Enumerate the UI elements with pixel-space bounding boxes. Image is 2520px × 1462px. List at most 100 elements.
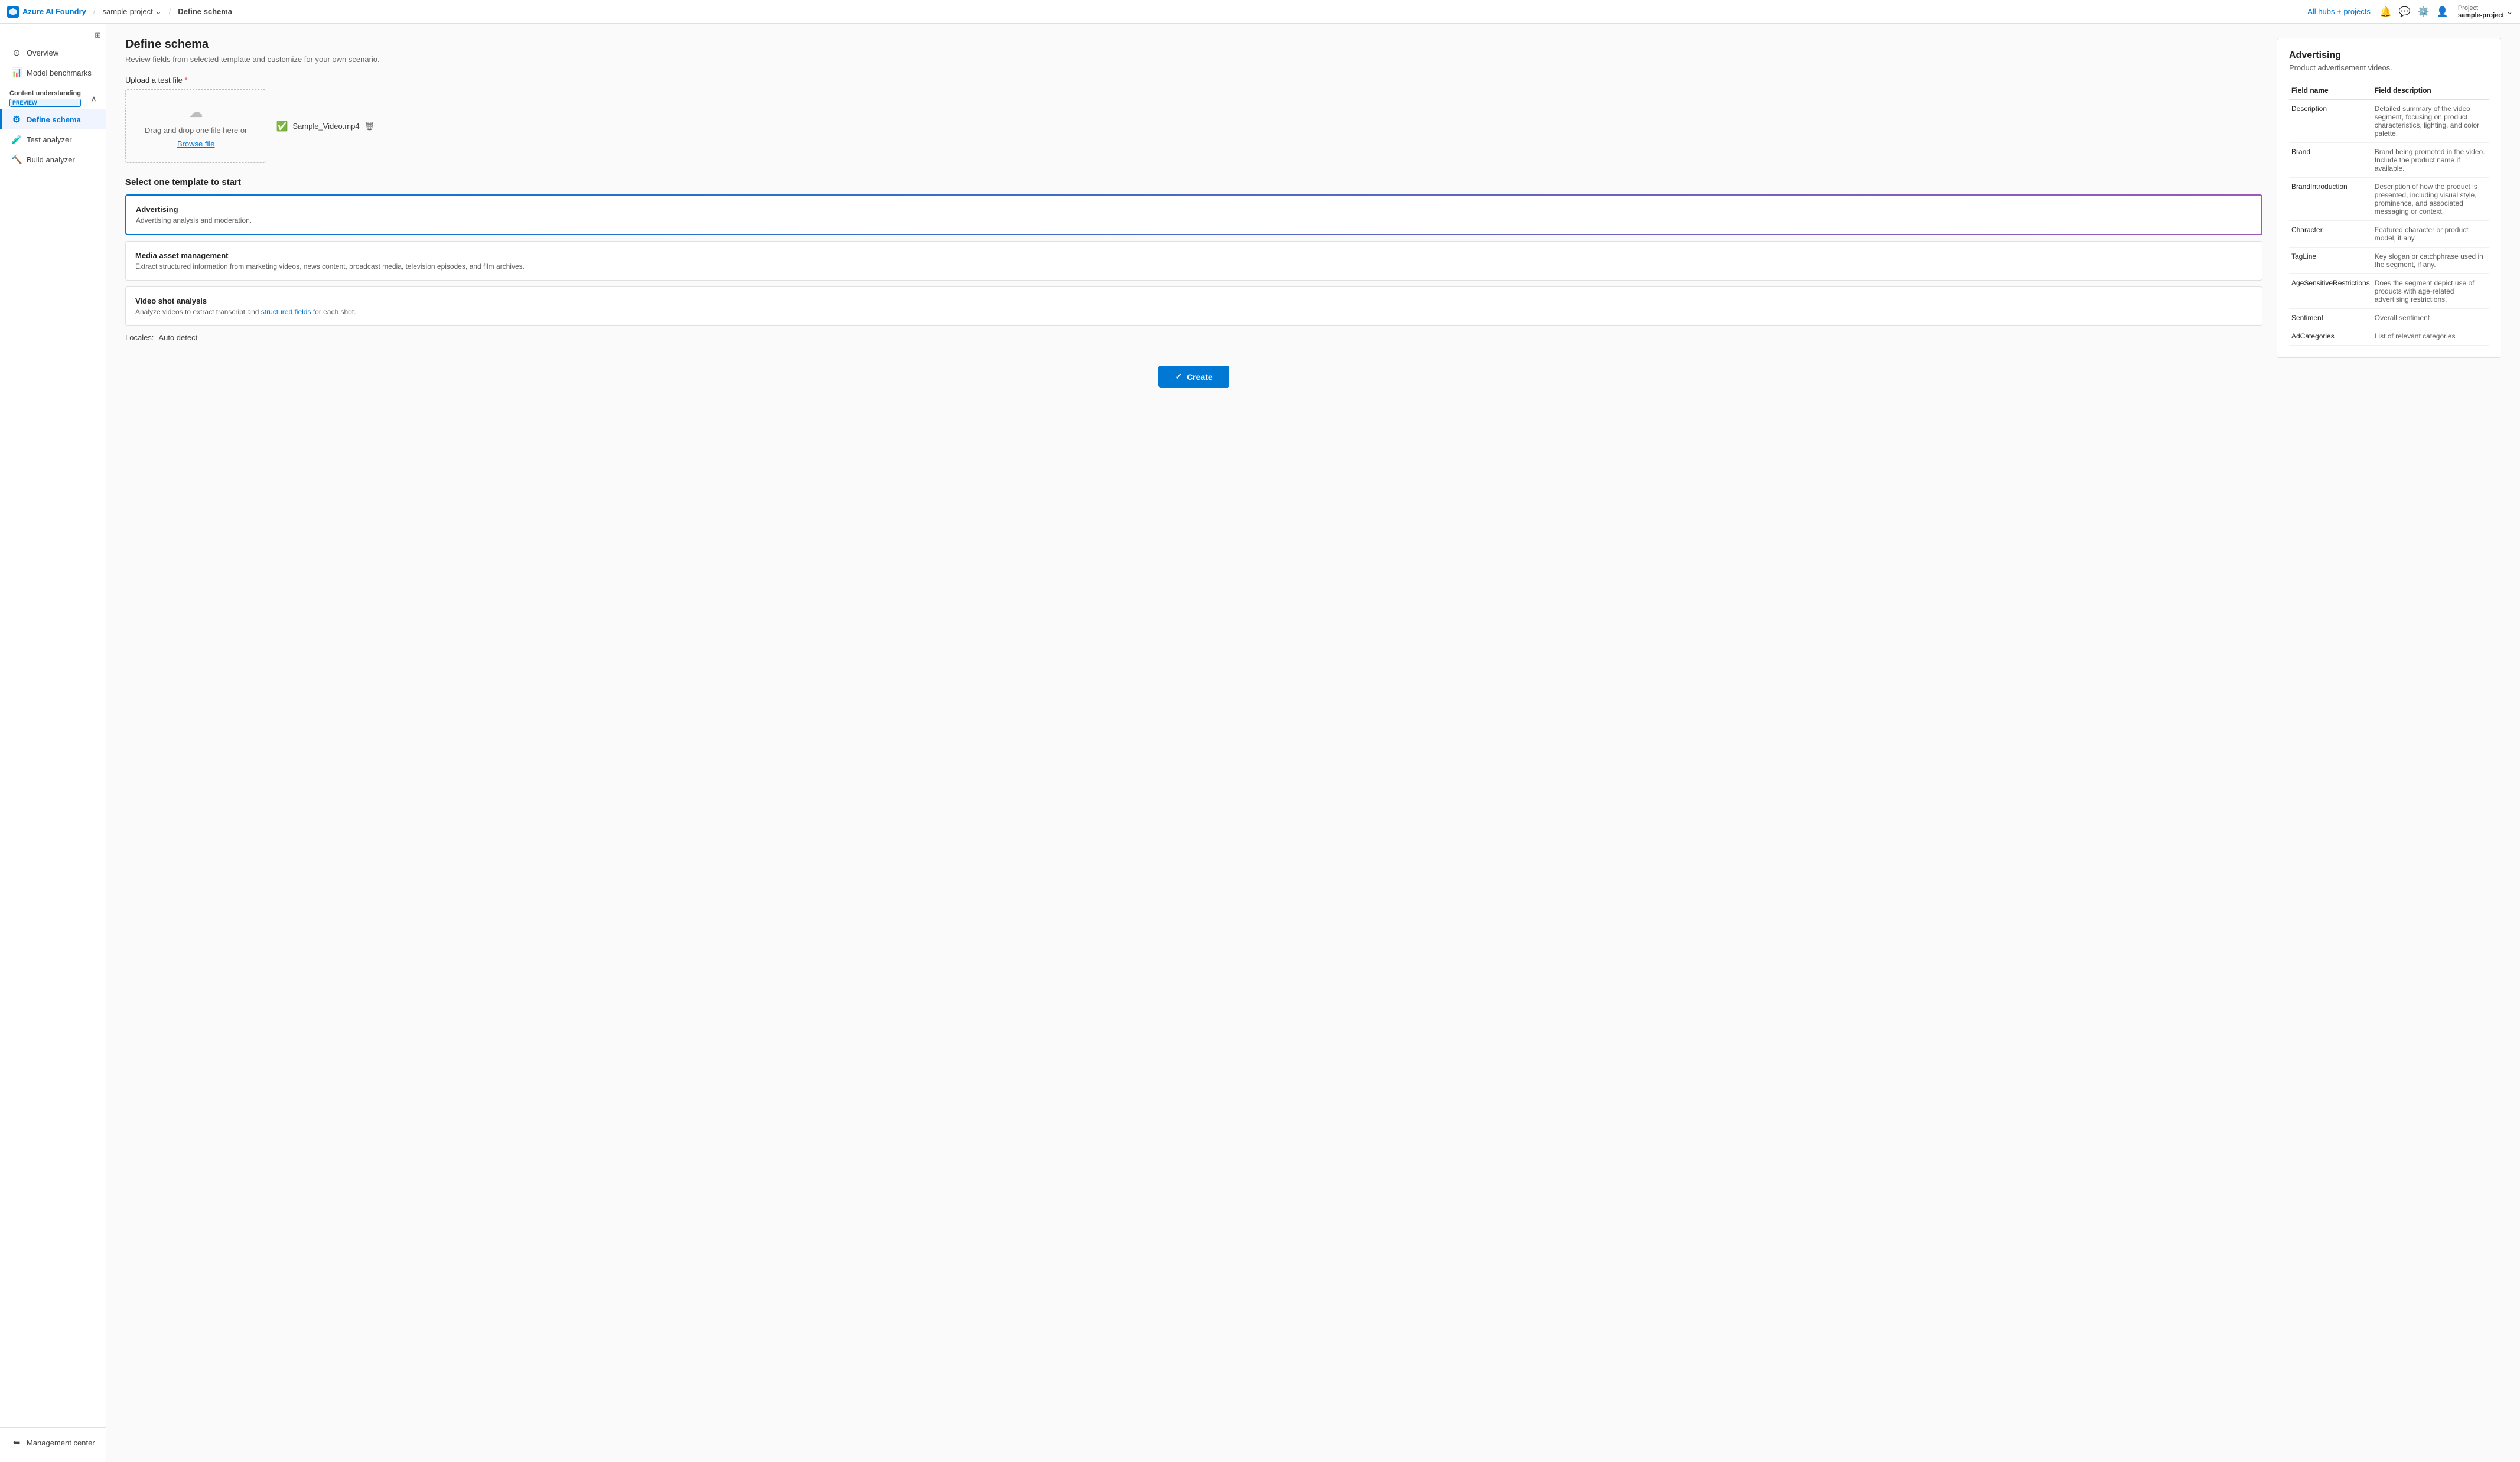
field-name-1: Brand xyxy=(2289,143,2372,178)
content-understanding-section: Content understanding PREVIEW ∧ xyxy=(0,83,106,109)
define-schema-label: Define schema xyxy=(27,115,81,124)
field-desc-2: Description of how the product is presen… xyxy=(2372,178,2489,221)
sep1: / xyxy=(93,7,96,16)
template-name-2: Video shot analysis xyxy=(135,297,2252,305)
define-schema-icon: ⚙ xyxy=(11,114,22,125)
field-desc-6: Overall sentiment xyxy=(2372,309,2489,327)
sidebar-item-build-analyzer[interactable]: 🔨 Build analyzer xyxy=(0,149,106,170)
sidebar-item-management-center[interactable]: ⬅ Management center xyxy=(0,1432,106,1453)
drop-zone-text: Drag and drop one file here or xyxy=(145,126,247,135)
overview-label: Overview xyxy=(27,48,58,57)
upload-label: Upload a test file * xyxy=(125,76,2262,84)
dropdown-chevron-icon: ⌄ xyxy=(2506,7,2513,17)
right-panel: Advertising Product advertisement videos… xyxy=(2277,38,2501,358)
field-name-5: AgeSensitiveRestrictions xyxy=(2289,274,2372,309)
sidebar-item-define-schema[interactable]: ⚙ Define schema xyxy=(0,109,106,129)
structured-fields-link[interactable]: structured fields xyxy=(261,308,311,316)
browse-link[interactable]: Browse file xyxy=(177,139,215,148)
table-row: TagLine Key slogan or catchphrase used i… xyxy=(2289,248,2489,274)
col-field-name: Field name xyxy=(2289,82,2372,100)
page-subtitle: Review fields from selected template and… xyxy=(125,55,2262,64)
section-label: Content understanding xyxy=(9,90,81,97)
sidebar-item-overview[interactable]: ⊙ Overview xyxy=(0,43,106,63)
field-name-4: TagLine xyxy=(2289,248,2372,274)
template-desc-1: Extract structured information from mark… xyxy=(135,262,2252,271)
bell-icon[interactable]: 🔔 xyxy=(2380,6,2392,18)
create-button-wrap: ✓ Create xyxy=(125,366,2262,388)
field-desc-1: Brand being promoted in the video. Inclu… xyxy=(2372,143,2489,178)
locales-label: Locales: xyxy=(125,333,154,342)
logo-icon xyxy=(7,6,19,18)
project-dropdown[interactable]: Project sample-project ⌄ xyxy=(2458,5,2513,19)
chat-icon[interactable]: 💬 xyxy=(2399,6,2411,18)
table-row: AgeSensitiveRestrictions Does the segmen… xyxy=(2289,274,2489,309)
field-desc-7: List of relevant categories xyxy=(2372,327,2489,346)
settings-icon[interactable]: ⚙️ xyxy=(2418,6,2430,18)
required-star: * xyxy=(184,76,187,84)
file-name: Sample_Video.mp4 xyxy=(292,122,359,131)
table-row: Brand Brand being promoted in the video.… xyxy=(2289,143,2489,178)
check-icon: ✅ xyxy=(276,121,288,132)
overview-icon: ⊙ xyxy=(11,47,22,58)
field-name-7: AdCategories xyxy=(2289,327,2372,346)
breadcrumb: Define schema xyxy=(178,7,232,16)
template-name-1: Media asset management xyxy=(135,251,2252,260)
app-logo[interactable]: Azure AI Foundry xyxy=(7,6,86,18)
management-icon: ⬅ xyxy=(11,1437,22,1448)
field-desc-0: Detailed summary of the video segment, f… xyxy=(2372,100,2489,143)
topbar-right: All hubs + projects 🔔 💬 ⚙️ 👤 Project sam… xyxy=(2307,5,2513,19)
create-button[interactable]: ✓ Create xyxy=(1158,366,1229,388)
topbar-icons: 🔔 💬 ⚙️ 👤 xyxy=(2380,6,2449,18)
main-content: Define schema Review fields from selecte… xyxy=(106,24,2520,1462)
collapse-icon: ⊞ xyxy=(95,31,101,40)
field-name-0: Description xyxy=(2289,100,2372,143)
build-analyzer-label: Build analyzer xyxy=(27,155,75,164)
table-row: AdCategories List of relevant categories xyxy=(2289,327,2489,346)
schema-table: Field name Field description Description… xyxy=(2289,82,2489,346)
topbar: Azure AI Foundry / sample-project ⌄ / De… xyxy=(0,0,2520,24)
project-link[interactable]: sample-project ⌄ xyxy=(102,7,161,17)
template-section-title: Select one template to start xyxy=(125,177,2262,187)
field-desc-5: Does the segment depict use of products … xyxy=(2372,274,2489,309)
page-title: Define schema xyxy=(125,38,2262,51)
template-name-0: Advertising xyxy=(136,205,2252,214)
sidebar-item-model-benchmarks[interactable]: 📊 Model benchmarks xyxy=(0,63,106,83)
field-name-6: Sentiment xyxy=(2289,309,2372,327)
locales-value: Auto detect xyxy=(158,333,197,342)
project-info: Project sample-project xyxy=(2458,5,2504,19)
build-analyzer-icon: 🔨 xyxy=(11,154,22,165)
benchmarks-label: Model benchmarks xyxy=(27,69,92,77)
test-analyzer-label: Test analyzer xyxy=(27,135,72,144)
field-name-2: BrandIntroduction xyxy=(2289,178,2372,221)
table-row: BrandIntroduction Description of how the… xyxy=(2289,178,2489,221)
table-row: Character Featured character or product … xyxy=(2289,221,2489,248)
body-layout: ⊞ ⊙ Overview 📊 Model benchmarks Content … xyxy=(0,24,2520,1462)
drop-zone[interactable]: ☁ Drag and drop one file here or Browse … xyxy=(125,89,266,163)
uploaded-file: ✅ Sample_Video.mp4 🗑 xyxy=(276,121,375,132)
sidebar-item-test-analyzer[interactable]: 🧪 Test analyzer xyxy=(0,129,106,149)
user-icon[interactable]: 👤 xyxy=(2437,6,2449,18)
collapse-button[interactable]: ⊞ xyxy=(0,28,106,43)
preview-badge: PREVIEW xyxy=(9,99,81,107)
template-card-advertising[interactable]: Advertising Advertising analysis and mod… xyxy=(125,194,2262,235)
field-name-3: Character xyxy=(2289,221,2372,248)
field-desc-4: Key slogan or catchphrase used in the se… xyxy=(2372,248,2489,274)
sidebar-footer: ⬅ Management center xyxy=(0,1427,106,1457)
sep2: / xyxy=(169,7,171,16)
sidebar: ⊞ ⊙ Overview 📊 Model benchmarks Content … xyxy=(0,24,106,1462)
delete-icon[interactable]: 🗑 xyxy=(364,121,375,131)
panel-subtitle: Product advertisement videos. xyxy=(2289,63,2489,72)
section-toggle-icon[interactable]: ∧ xyxy=(91,95,96,103)
template-desc-0: Advertising analysis and moderation. xyxy=(136,216,2252,224)
hubs-link[interactable]: All hubs + projects xyxy=(2307,7,2371,16)
template-card-media[interactable]: Media asset management Extract structure… xyxy=(125,241,2262,281)
table-row: Sentiment Overall sentiment xyxy=(2289,309,2489,327)
template-desc-2: Analyze videos to extract transcript and… xyxy=(135,308,2252,316)
field-desc-3: Featured character or product model, if … xyxy=(2372,221,2489,248)
main-left: Define schema Review fields from selecte… xyxy=(125,38,2262,1448)
benchmarks-icon: 📊 xyxy=(11,67,22,78)
management-label: Management center xyxy=(27,1438,95,1447)
template-card-video-shot[interactable]: Video shot analysis Analyze videos to ex… xyxy=(125,286,2262,326)
locales-row: Locales: Auto detect xyxy=(125,333,2262,342)
upload-icon: ☁ xyxy=(189,104,203,121)
